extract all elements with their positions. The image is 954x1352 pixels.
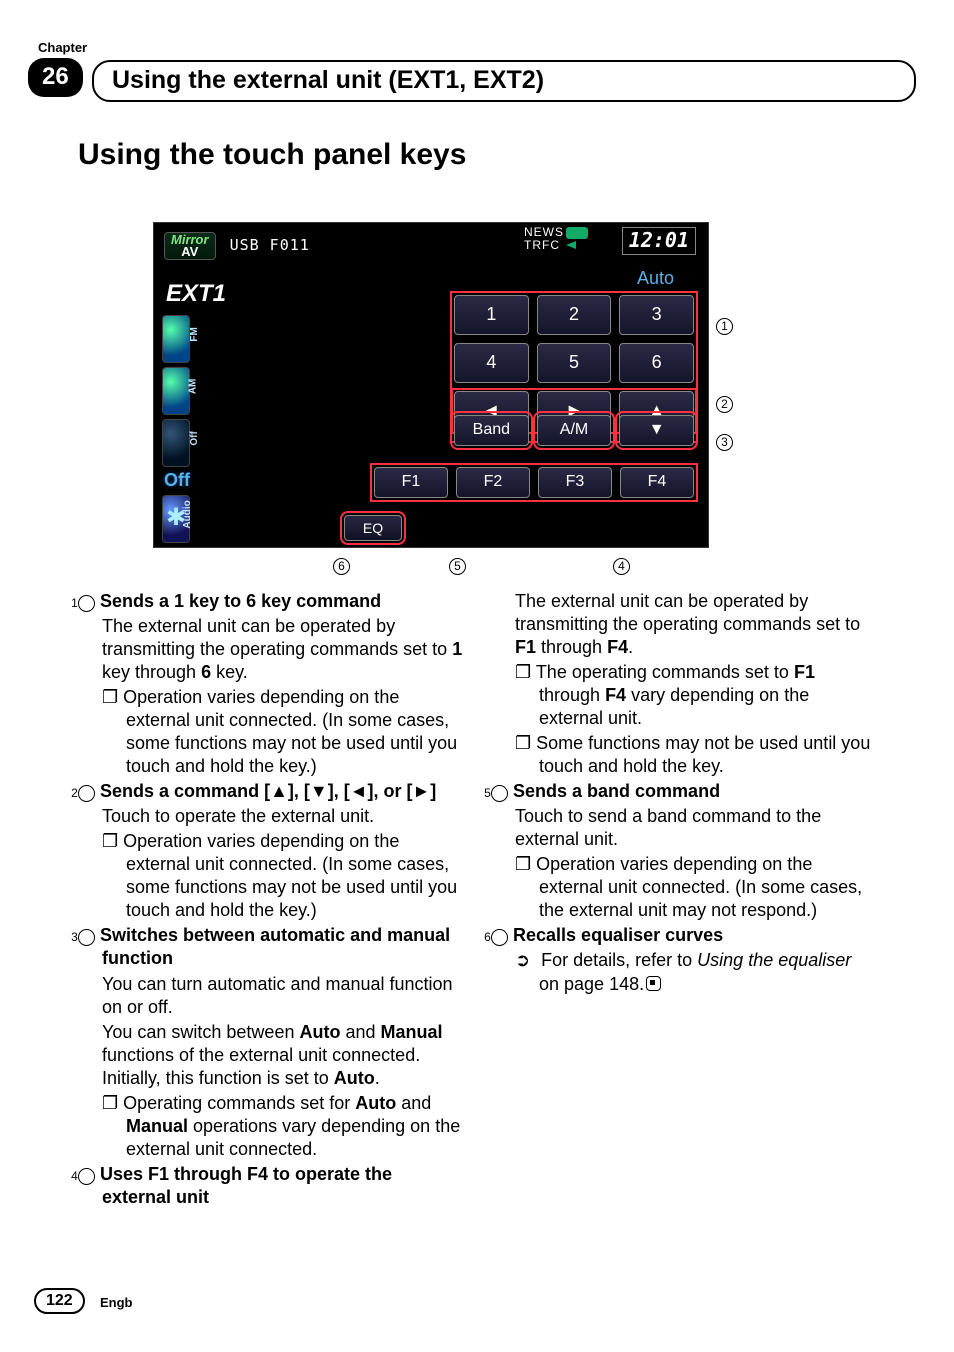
item-6-title: Recalls equaliser curves (513, 925, 723, 945)
item-1-title: Sends a 1 key to 6 key command (100, 591, 381, 611)
item-4-title: Uses F1 through F4 to operate the extern… (100, 1164, 392, 1207)
item-2: 2 Sends a command [▲], [▼], [◄], or [►] (78, 780, 463, 803)
trfc-indicator: TRFC (524, 238, 560, 253)
item-3: 3 Switches between automatic and manual … (78, 924, 463, 970)
key-1[interactable]: 1 (454, 295, 529, 335)
chapter-number-badge: 26 (28, 58, 83, 97)
item-4-note-2: ❐ Some functions may not be used until y… (491, 732, 876, 778)
eq-button[interactable]: EQ (344, 515, 402, 541)
left-column: 1 Sends a 1 key to 6 key command The ext… (78, 590, 463, 1211)
body-columns: 1 Sends a 1 key to 6 key command The ext… (78, 590, 876, 1211)
off-label-side: Off (188, 431, 201, 445)
f1-button[interactable]: F1 (374, 467, 448, 498)
mode-label: Auto (637, 267, 674, 290)
clock-display: 12:01 (622, 227, 696, 255)
am-toggle-button[interactable]: A/M (537, 415, 612, 446)
item-4-num: 4 (78, 1168, 95, 1185)
item-2-body: Touch to operate the external unit. (78, 805, 463, 828)
callout-5: 5 (449, 556, 466, 575)
callouts-below: 6 5 4 (153, 556, 709, 580)
item-6-ref: For details, refer to Using the equalise… (491, 949, 876, 995)
fm-label: FM (188, 327, 201, 341)
item-5: 5 Sends a band command (491, 780, 876, 803)
item-6-num: 6 (491, 929, 508, 946)
key-5[interactable]: 5 (537, 343, 612, 383)
page-number-badge: 122 (34, 1288, 85, 1314)
item-1: 1 Sends a 1 key to 6 key command (78, 590, 463, 613)
item-5-note: ❐ Operation varies depending on the exte… (491, 853, 876, 922)
language-label: Engb (100, 1295, 133, 1312)
section-title: Using the touch panel keys (78, 136, 466, 174)
source-label: USB F011 (230, 236, 310, 255)
item-3-num: 3 (78, 929, 95, 946)
f-keys-group: F1 F2 F3 F4 (374, 467, 694, 498)
side-btn-fm[interactable]: FM (162, 315, 190, 363)
item-2-num: 2 (78, 785, 95, 802)
item-1-note: ❐ Operation varies depending on the exte… (78, 686, 463, 778)
item-6: 6 Recalls equaliser curves (491, 924, 876, 947)
mirror-av-button[interactable]: Mirror AV (164, 232, 216, 260)
item-3-body-1: You can turn automatic and manual functi… (78, 973, 463, 1019)
callout-3: 3 (716, 432, 733, 451)
item-5-title: Sends a band command (513, 781, 720, 801)
callout-2: 2 (716, 394, 733, 413)
ext1-label: EXT1 (166, 279, 226, 310)
band-button[interactable]: Band (454, 415, 529, 446)
item-3-note: ❐ Operating commands set for Auto and Ma… (78, 1092, 463, 1161)
chapter-label: Chapter (38, 40, 87, 57)
key-3[interactable]: 3 (619, 295, 694, 335)
f2-button[interactable]: F2 (456, 467, 530, 498)
key-6[interactable]: 6 (619, 343, 694, 383)
f4-button[interactable]: F4 (620, 467, 694, 498)
item-4-note-1: ❐ The operating commands set to F1 throu… (491, 661, 876, 730)
side-btn-off[interactable]: Off (162, 419, 190, 467)
side-btn-am[interactable]: AM (162, 367, 190, 415)
key-4[interactable]: 4 (454, 343, 529, 383)
item-4: 4 Uses F1 through F4 to operate the exte… (78, 1163, 463, 1209)
av-label: AV (171, 246, 209, 258)
callout-1: 1 (716, 316, 733, 335)
item-2-note: ❐ Operation varies depending on the exte… (78, 830, 463, 922)
traffic-arrow-icon (566, 241, 576, 249)
touch-panel-screenshot: Mirror AV USB F011 NEWS TRFC 12:01 Auto … (153, 222, 709, 548)
item-3-title: Switches between automatic and manual fu… (100, 925, 450, 968)
off-label: Off (164, 469, 190, 492)
f3-button[interactable]: F3 (538, 467, 612, 498)
item-5-body: Touch to send a band command to the exte… (491, 805, 876, 851)
callout-6: 6 (333, 556, 350, 575)
car-icon (566, 227, 588, 239)
item-1-num: 1 (78, 595, 95, 612)
right-column: The external unit can be operated by tra… (491, 590, 876, 1211)
am-label: AM (188, 379, 201, 395)
bluetooth-icon: ✱ (166, 503, 186, 534)
key-down[interactable]: ▼ (619, 415, 694, 446)
callout-4: 4 (613, 556, 630, 575)
item-4-body: The external unit can be operated by tra… (491, 590, 876, 659)
band-row: Band A/M ▼ (454, 415, 694, 446)
item-5-num: 5 (491, 785, 508, 802)
item-1-body: The external unit can be operated by tra… (78, 615, 463, 684)
item-3-body-2: You can switch between Auto and Manual f… (78, 1021, 463, 1090)
section-end-icon (646, 976, 661, 991)
key-2[interactable]: 2 (537, 295, 612, 335)
chapter-title: Using the external unit (EXT1, EXT2) (92, 60, 916, 102)
